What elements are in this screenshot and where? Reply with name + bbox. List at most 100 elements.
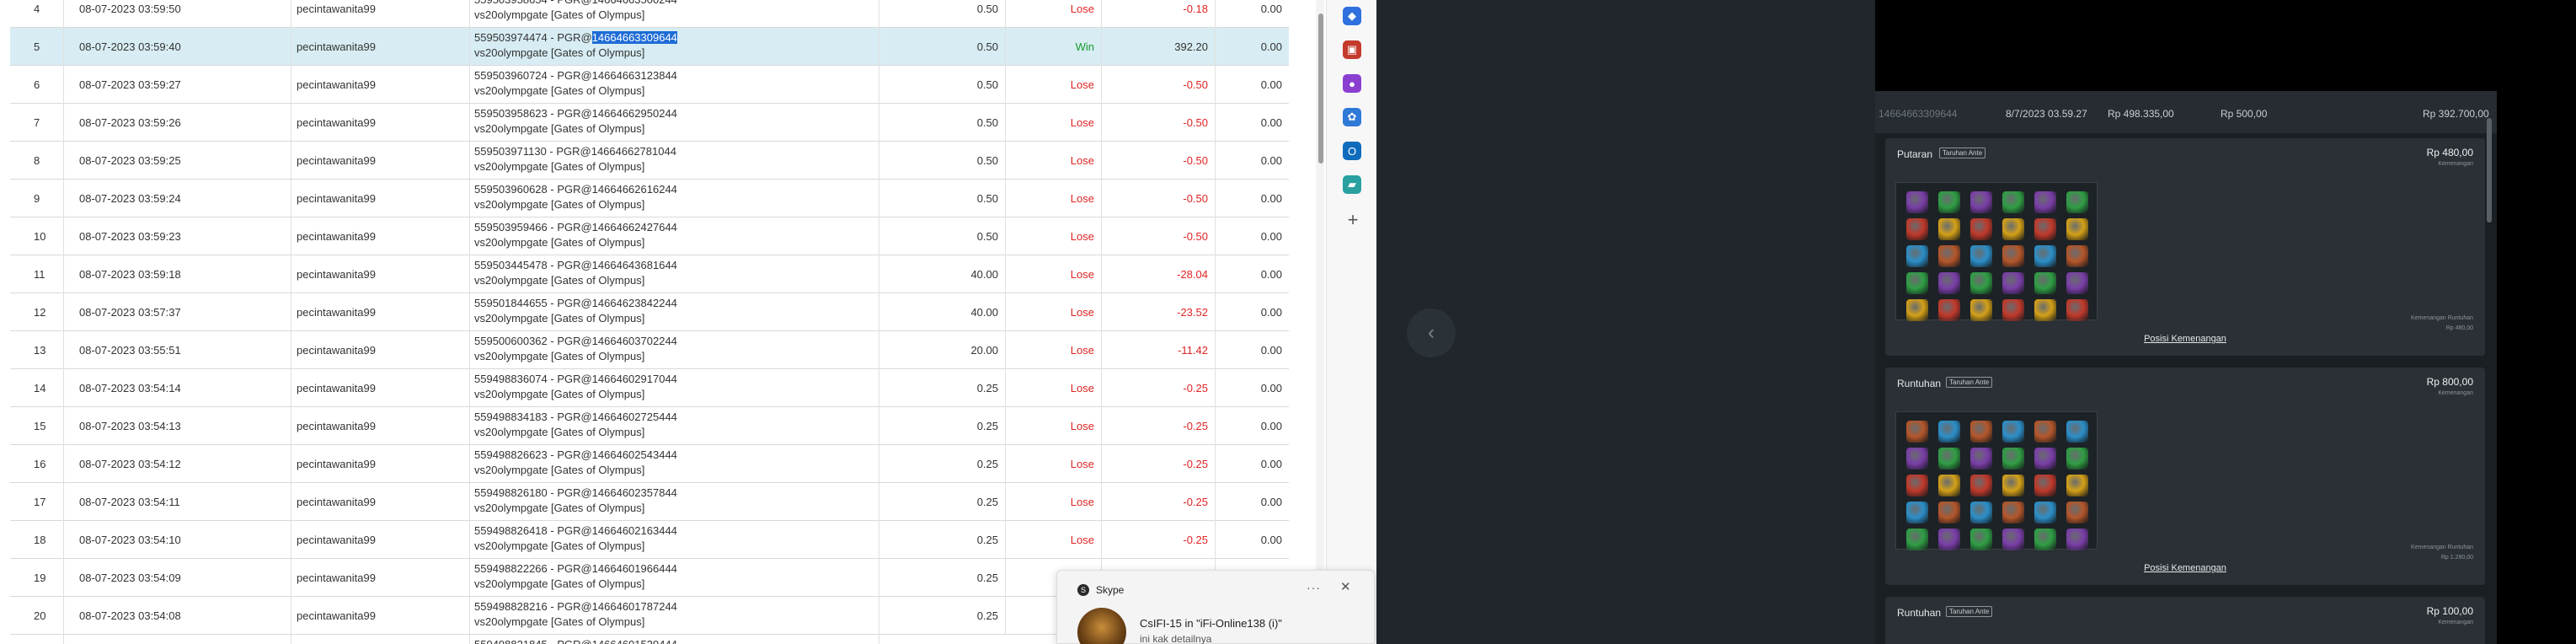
- more-options-icon[interactable]: ···: [1307, 581, 1321, 594]
- cell-no: 11: [10, 255, 64, 293]
- table-row[interactable]: 11 08-07-2023 03:59:18 pecintawanita99 5595…: [10, 255, 1289, 293]
- row-bet: 0.50: [976, 3, 998, 15]
- cell-ref: 559503958623 - PGR@14664662950244 vs20oly…: [470, 104, 879, 142]
- cell-user: pecintawanita99: [291, 255, 470, 293]
- avatar: [1077, 608, 1126, 644]
- cell-winloss: -0.25: [1102, 445, 1216, 483]
- vertical-scrollbar[interactable]: [1316, 0, 1324, 644]
- cell-no: 5: [10, 28, 64, 66]
- row-user: pecintawanita99: [297, 268, 376, 281]
- cell-winloss: -0.50: [1102, 142, 1216, 180]
- back-arrow-icon[interactable]: ‹: [1407, 309, 1456, 357]
- outlook-icon[interactable]: O: [1343, 142, 1361, 160]
- wallet-icon[interactable]: ▰: [1343, 175, 1361, 194]
- browser-sidebar: ◆ ▣ ● ✿ O ▰ +: [1326, 0, 1376, 644]
- cell-bet: 0.25: [879, 445, 1006, 483]
- game-name: vs20olympgate [Gates of Olympus]: [474, 350, 645, 362]
- row-number: 7: [34, 116, 40, 129]
- cell-winloss: -11.42: [1102, 331, 1216, 369]
- game-name: vs20olympgate [Gates of Olympus]: [474, 312, 645, 325]
- add-icon[interactable]: +: [1344, 211, 1361, 229]
- spin-history-detail: 14664663309644 8/7/2023 03.59.27 Rp 498.…: [1875, 0, 2497, 644]
- table-row[interactable]: 12 08-07-2023 03:57:37 pecintawanita99 5595…: [10, 293, 1289, 331]
- cell-user: pecintawanita99: [291, 28, 470, 66]
- cell-bet: 0.50: [879, 142, 1006, 180]
- ref-id[interactable]: 559503960724 - PGR@14664663123844: [474, 69, 677, 82]
- gem-symbol: [2002, 218, 2024, 240]
- table-row[interactable]: 18 08-07-2023 03:54:10 pecintawanita99 5594…: [10, 521, 1289, 559]
- ref-id[interactable]: 559498822266 - PGR@14664601966444: [474, 562, 677, 575]
- ref-id[interactable]: 559503960628 - PGR@14664662616244: [474, 183, 677, 196]
- table-row[interactable]: 8 08-07-2023 03:59:25 pecintawanita99 55950…: [10, 142, 1289, 180]
- row-balance: 0.00: [1260, 192, 1282, 205]
- gem-symbol: [2034, 529, 2056, 550]
- row-number: 6: [34, 78, 40, 91]
- close-icon[interactable]: ✕: [1340, 579, 1351, 594]
- cell-balance: 0.00: [1216, 66, 1289, 104]
- row-user: pecintawanita99: [297, 534, 376, 546]
- table-row[interactable]: 5 08-07-2023 03:59:40 pecintawanita99 55950…: [10, 28, 1289, 66]
- ref-id[interactable]: 559503445478 - PGR@14664643681644: [474, 259, 677, 271]
- cell-balance: 0.00: [1216, 293, 1289, 331]
- people-icon[interactable]: ●: [1343, 74, 1361, 93]
- table-row[interactable]: 14 08-07-2023 03:54:14 pecintawanita99 5594…: [10, 369, 1289, 407]
- gem-symbol: [2066, 299, 2088, 321]
- ref-id[interactable]: 559501844655 - PGR@14664623842244: [474, 297, 677, 309]
- cell-ref: 559503959466 - PGR@14664662427644 vs20oly…: [470, 217, 879, 255]
- shopping-bag-icon[interactable]: ▣: [1343, 40, 1361, 59]
- cell-no: 18: [10, 521, 64, 559]
- gem-symbol: [1938, 475, 1960, 496]
- game-name: vs20olympgate [Gates of Olympus]: [474, 122, 645, 135]
- scrollbar-thumb[interactable]: [1318, 13, 1323, 164]
- ref-id[interactable]: 559498836074 - PGR@14664602917044: [474, 373, 677, 385]
- cell-date: 08-07-2023 03:59:26: [64, 104, 291, 142]
- game-name: vs20olympgate [Gates of Olympus]: [474, 198, 645, 211]
- gem-symbol: [1906, 421, 1928, 443]
- table-row[interactable]: 10 08-07-2023 03:59:23 pecintawanita99 5595…: [10, 217, 1289, 255]
- ref-id[interactable]: 559498826180 - PGR@14664602357844: [474, 486, 677, 499]
- gem-symbol: [1906, 218, 1928, 240]
- table-row[interactable]: 13 08-07-2023 03:55:51 pecintawanita99 5595…: [10, 331, 1289, 369]
- settings-gear-icon[interactable]: ✿: [1343, 108, 1361, 126]
- ref-id[interactable]: 559498834183 - PGR@14664602725444: [474, 411, 677, 423]
- ref-id[interactable]: 559498826418 - PGR@14664602163444: [474, 524, 677, 537]
- cell-user: pecintawanita99: [291, 559, 470, 597]
- row-date: 08-07-2023 03:59:50: [79, 3, 181, 15]
- table-row[interactable]: 4 08-07-2023 03:59:50 pecintawanita99 55950…: [10, 0, 1289, 28]
- cell-date: 08-07-2023 03:54:12: [64, 445, 291, 483]
- ref-id[interactable]: 559498826623 - PGR@14664602543444: [474, 448, 677, 461]
- ref-id[interactable]: 559503958623 - PGR@14664662950244: [474, 107, 677, 120]
- table-row[interactable]: 17 08-07-2023 03:54:11 pecintawanita99 5594…: [10, 483, 1289, 521]
- ref-id[interactable]: 559500600362 - PGR@14664603702244: [474, 335, 677, 347]
- ref-id[interactable]: 559503959466 - PGR@14664662427644: [474, 221, 677, 233]
- win-position-link[interactable]: Posisi Kemenangan: [1885, 563, 2485, 573]
- table-row[interactable]: 9 08-07-2023 03:59:24 pecintawanita99 55950…: [10, 180, 1289, 217]
- detail-scrollbar-thumb[interactable]: [2487, 118, 2492, 223]
- skype-icon: S: [1077, 584, 1089, 596]
- row-user: pecintawanita99: [297, 40, 376, 53]
- gem-symbol: [1938, 299, 1960, 321]
- ref-id[interactable]: 559498828216 - PGR@14664601787244: [474, 600, 677, 613]
- table-row[interactable]: 7 08-07-2023 03:59:26 pecintawanita99 55950…: [10, 104, 1289, 142]
- gem-symbol: [2066, 272, 2088, 294]
- row-bet: 0.25: [976, 496, 998, 508]
- row-date: 08-07-2023 03:54:10: [79, 534, 181, 546]
- table-row[interactable]: 15 08-07-2023 03:54:13 pecintawanita99 5594…: [10, 407, 1289, 445]
- win-position-link[interactable]: Posisi Kemenangan: [1885, 334, 2485, 344]
- ref-id[interactable]: 559503958654 - PGR@14664663500244: [474, 0, 677, 6]
- gem-symbol: [2002, 502, 2024, 523]
- selected-ref-text[interactable]: 14664663309644: [591, 31, 677, 44]
- card-amount: Rp 480,00: [2426, 147, 2473, 158]
- ref-id[interactable]: 559503971130 - PGR@14664662781044: [474, 145, 676, 158]
- gem-symbol: [1938, 218, 1960, 240]
- table-row[interactable]: 16 08-07-2023 03:54:12 pecintawanita99 5594…: [10, 445, 1289, 483]
- game-name: vs20olympgate [Gates of Olympus]: [474, 84, 645, 97]
- game-name: vs20olympgate [Gates of Olympus]: [474, 577, 645, 590]
- cell-bet: 0.50: [879, 66, 1006, 104]
- table-row[interactable]: 6 08-07-2023 03:59:27 pecintawanita99 55950…: [10, 66, 1289, 104]
- game-name: vs20olympgate [Gates of Olympus]: [474, 464, 645, 476]
- gem-symbol: [2034, 448, 2056, 470]
- gem-symbol: [1938, 421, 1960, 443]
- tag-icon[interactable]: ◆: [1343, 7, 1361, 25]
- skype-notification[interactable]: S Skype ··· ✕ CsIFI-15 in "iFi-Online138…: [1056, 570, 1375, 644]
